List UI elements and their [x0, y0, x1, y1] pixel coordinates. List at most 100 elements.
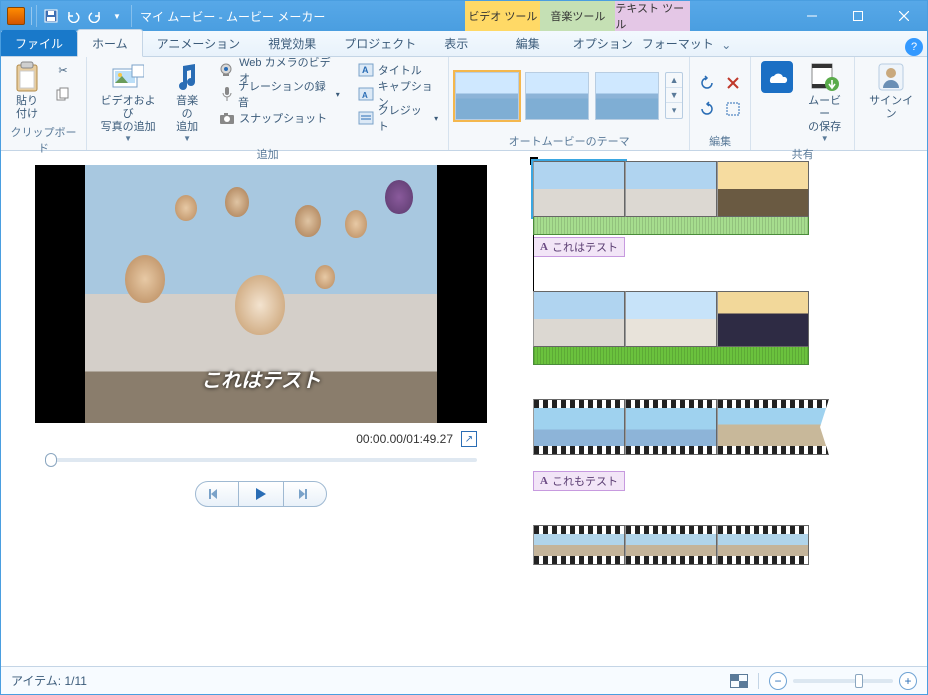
audio-track[interactable]: [533, 217, 809, 235]
audio-tools-header: 音楽ツール: [540, 1, 615, 31]
timeline-clip[interactable]: [717, 291, 809, 347]
timeline-clip[interactable]: [717, 161, 809, 217]
tab-text-format[interactable]: フォーマット: [640, 30, 715, 56]
fullscreen-icon[interactable]: ↗: [461, 431, 477, 447]
theme-thumb-1[interactable]: [455, 72, 519, 120]
help-icon[interactable]: ?: [905, 38, 923, 56]
zoom-in-button[interactable]: +: [899, 672, 917, 690]
ribbon-group-signin: サインイン: [855, 57, 927, 150]
chevron-down-icon: ▾: [434, 114, 438, 123]
timeline-clip[interactable]: [717, 525, 809, 565]
title-icon: A: [358, 62, 374, 78]
person-icon: [875, 61, 907, 93]
save-movie-button[interactable]: ムービー の保存 ▼: [801, 59, 848, 145]
theme-thumb-2[interactable]: [525, 72, 589, 120]
chevron-down-icon: ▼: [183, 134, 191, 143]
timeline-clip[interactable]: [625, 399, 717, 455]
minimize-button[interactable]: [789, 1, 835, 31]
gallery-up-icon[interactable]: ▲: [666, 73, 682, 88]
preview-monitor[interactable]: これはテスト: [35, 165, 487, 423]
clipboard-icon: [11, 61, 43, 93]
snapshot-button[interactable]: スナップショット: [215, 107, 344, 129]
workspace: これはテスト 00:00.00/01:49.27 ↗: [1, 151, 927, 666]
ribbon-tabs: ファイル ホーム アニメーション 視覚効果 プロジェクト 表示 編集 オプション…: [1, 31, 927, 57]
timeline-pane[interactable]: Aこれはテスト Aこれもテスト: [521, 151, 927, 666]
timeline-clip[interactable]: [533, 291, 625, 347]
timeline-clip[interactable]: [533, 161, 625, 217]
save-icon[interactable]: [41, 6, 61, 26]
webcam-icon: [219, 62, 235, 78]
narration-button[interactable]: ナレーションの録音▾: [215, 83, 344, 105]
chevron-down-icon: ▼: [124, 134, 132, 143]
svg-text:A: A: [362, 91, 368, 100]
tab-home[interactable]: ホーム: [77, 29, 143, 57]
close-button[interactable]: [881, 1, 927, 31]
rotate-right-button[interactable]: [696, 98, 718, 120]
delete-button[interactable]: [722, 72, 744, 94]
window-title: マイ ムービー - ムービー メーカー: [140, 8, 325, 25]
gallery-more-icon[interactable]: ▾: [666, 103, 682, 118]
copy-button[interactable]: [51, 83, 75, 105]
redo-icon[interactable]: [85, 6, 105, 26]
play-button[interactable]: [239, 481, 283, 507]
gallery-down-icon[interactable]: ▼: [666, 88, 682, 103]
ribbon-collapse-icon[interactable]: ⌄: [715, 38, 737, 56]
onedrive-button[interactable]: [757, 59, 797, 95]
video-tools-header: ビデオ ツール: [465, 1, 540, 31]
add-music-button[interactable]: 音楽の 追加 ▼: [167, 59, 207, 145]
svg-text:A: A: [362, 65, 369, 75]
cut-button[interactable]: ✂: [51, 59, 75, 81]
timeline-clip[interactable]: [625, 161, 717, 217]
tab-animation[interactable]: アニメーション: [143, 30, 255, 56]
signin-button[interactable]: サインイン: [861, 59, 921, 123]
credits-button[interactable]: クレジット▾: [354, 107, 442, 129]
microphone-icon: [219, 86, 234, 102]
tab-audio-option[interactable]: オプション: [565, 30, 640, 56]
zoom-thumb[interactable]: [855, 674, 863, 688]
zoom-slider[interactable]: [793, 679, 893, 683]
scissors-icon: ✂: [55, 62, 71, 78]
tab-project[interactable]: プロジェクト: [330, 30, 430, 56]
title-bar: ▼ マイ ムービー - ムービー メーカー ビデオ ツール 音楽ツール テキスト…: [1, 1, 927, 31]
prev-frame-button[interactable]: [195, 481, 239, 507]
photo-video-icon: [112, 61, 144, 93]
thumbnail-view-icon[interactable]: [730, 674, 748, 688]
quick-access-toolbar: ▼: [36, 5, 132, 27]
seek-thumb[interactable]: [45, 453, 57, 467]
timeline-clip[interactable]: [717, 399, 829, 455]
music-note-icon: [171, 61, 203, 93]
clip-row-3: Aこれもテスト: [533, 399, 915, 491]
rotate-left-button[interactable]: [696, 72, 718, 94]
add-media-button[interactable]: ビデオおよび 写真の追加 ▼: [93, 59, 163, 145]
timeline-clip[interactable]: [625, 525, 717, 565]
tab-view[interactable]: 表示: [430, 30, 482, 56]
chevron-down-icon: ▼: [821, 134, 829, 143]
text-caption-badge[interactable]: Aこれはテスト: [533, 237, 625, 257]
maximize-button[interactable]: [835, 1, 881, 31]
tab-video-edit[interactable]: 編集: [490, 30, 565, 56]
copy-icon: [55, 86, 71, 102]
paste-button[interactable]: 貼り 付け: [7, 59, 47, 123]
automovie-group-label: オートムービーのテーマ: [455, 132, 683, 150]
text-caption-badge[interactable]: Aこれもテスト: [533, 471, 625, 491]
zoom-out-button[interactable]: −: [769, 672, 787, 690]
caption-icon: A: [358, 86, 374, 102]
clip-row-4: [533, 525, 915, 565]
timeline-clip[interactable]: [533, 525, 625, 565]
next-frame-button[interactable]: [283, 481, 327, 507]
select-all-button[interactable]: [722, 98, 744, 120]
app-icon: [7, 7, 25, 25]
status-items: アイテム: 1/11: [11, 672, 87, 689]
timeline-clip[interactable]: [533, 399, 625, 455]
undo-icon[interactable]: [63, 6, 83, 26]
tab-file[interactable]: ファイル: [1, 30, 77, 56]
qat-dropdown-icon[interactable]: ▼: [107, 6, 127, 26]
theme-thumb-3[interactable]: [595, 72, 659, 120]
tab-visual-effects[interactable]: 視覚効果: [254, 30, 330, 56]
status-bar: アイテム: 1/11 − +: [1, 666, 927, 694]
camera-icon: [219, 110, 235, 126]
seek-bar[interactable]: [15, 453, 507, 467]
timeline-clip[interactable]: [625, 291, 717, 347]
audio-track[interactable]: [533, 347, 809, 365]
theme-gallery-scroll: ▲ ▼ ▾: [665, 72, 683, 119]
